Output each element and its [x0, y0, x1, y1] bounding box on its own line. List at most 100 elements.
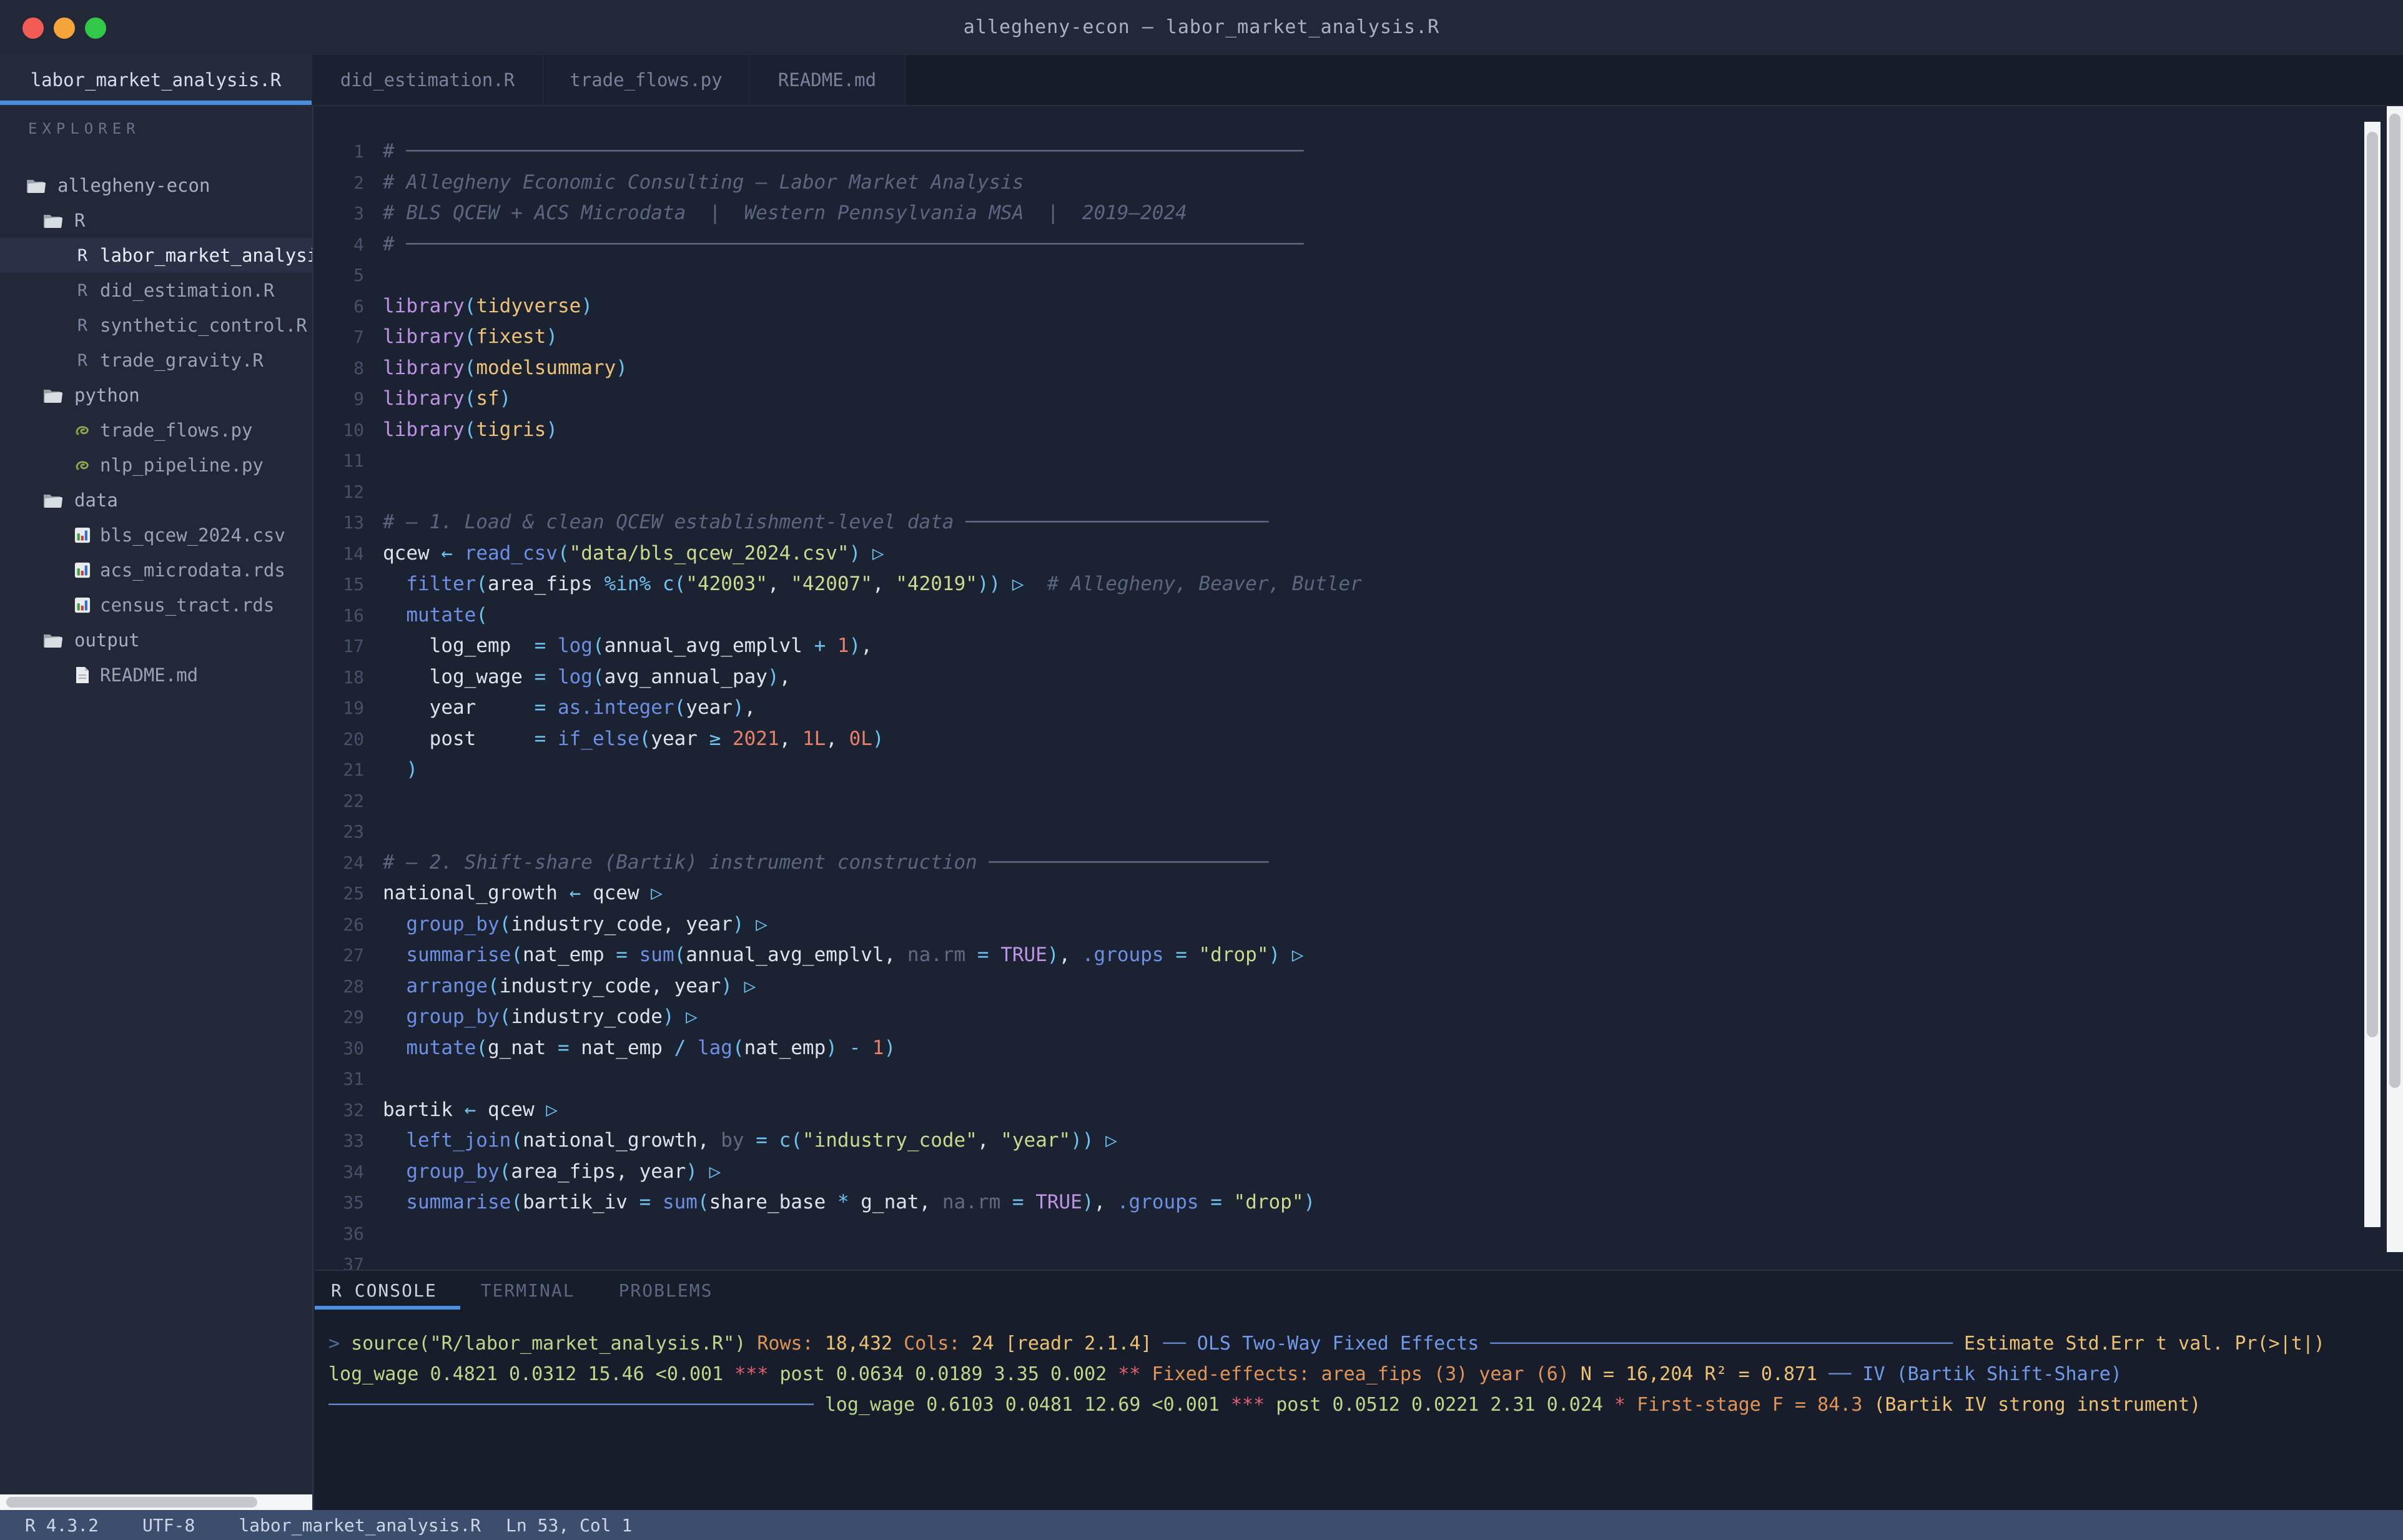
- folder-icon: [42, 211, 63, 230]
- code-text: mutate(g_nat = nat_emp / lag(nat_emp) - …: [383, 1033, 896, 1064]
- line-number: 34: [315, 1157, 383, 1188]
- code-line[interactable]: 22: [315, 786, 2403, 817]
- code-line[interactable]: 32bartik ← qcew ▷: [315, 1095, 2403, 1126]
- code-line[interactable]: 13# — 1. Load & clean QCEW establishment…: [315, 507, 2403, 538]
- console-tab-problems[interactable]: PROBLEMS: [619, 1271, 713, 1310]
- code-line[interactable]: 3# BLS QCEW + ACS Microdata | Western Pe…: [315, 198, 2403, 229]
- code-line[interactable]: 30 mutate(g_nat = nat_emp / lag(nat_emp)…: [315, 1033, 2403, 1064]
- code-line[interactable]: 1# ─────────────────────────────────────…: [315, 136, 2403, 167]
- explorer-sidebar: EXPLORER allegheny-econRRlabor_market_an…: [0, 106, 313, 1510]
- code-line[interactable]: 28 arrange(industry_code, year) ▷: [315, 971, 2403, 1002]
- window-vertical-scrollbar[interactable]: [2387, 106, 2403, 1252]
- console-tab-terminal[interactable]: TERMINAL: [481, 1271, 575, 1310]
- file-tree-label: data: [74, 490, 118, 511]
- code-line[interactable]: 7library(fixest): [315, 322, 2403, 353]
- r-file-icon: R: [77, 316, 87, 335]
- code-editor[interactable]: 1# ─────────────────────────────────────…: [315, 106, 2403, 1270]
- code-line[interactable]: 15 filter(area_fips %in% c("42003", "420…: [315, 569, 2403, 600]
- code-line[interactable]: 26 group_by(industry_code, year) ▷: [315, 909, 2403, 940]
- sidebar-item-acs-microdata-rds[interactable]: acs_microdata.rds: [0, 553, 313, 588]
- code-text: library(modelsummary): [383, 353, 628, 384]
- app-window: allegheny-econ — labor_market_analysis.R…: [0, 0, 2403, 1540]
- code-line[interactable]: 23: [315, 816, 2403, 847]
- editor-vertical-scrollbar[interactable]: [2364, 122, 2381, 1227]
- code-line[interactable]: 37: [315, 1249, 2403, 1270]
- folder-icon: [42, 386, 63, 405]
- sidebar-folder-python[interactable]: python: [0, 378, 313, 413]
- code-line[interactable]: 4# ─────────────────────────────────────…: [315, 229, 2403, 260]
- code-line[interactable]: 20 post = if_else(year ≥ 2021, 1L, 0L): [315, 724, 2403, 755]
- code-line[interactable]: 14qcew ← read_csv("data/bls_qcew_2024.cs…: [315, 538, 2403, 570]
- code-line[interactable]: 29 group_by(industry_code) ▷: [315, 1002, 2403, 1033]
- code-line[interactable]: 34 group_by(area_fips, year) ▷: [315, 1157, 2403, 1188]
- window-title: allegheny-econ — labor_market_analysis.R: [0, 16, 2403, 38]
- code-line[interactable]: 11: [315, 445, 2403, 476]
- code-line[interactable]: 8library(modelsummary): [315, 353, 2403, 384]
- line-number: 5: [315, 260, 383, 291]
- code-line[interactable]: 16 mutate(: [315, 600, 2403, 631]
- code-line[interactable]: 27 summarise(nat_emp = sum(annual_avg_em…: [315, 940, 2403, 971]
- tab-labor-market-analysis-r[interactable]: labor_market_analysis.R: [0, 55, 312, 105]
- sidebar-folder-r[interactable]: R: [0, 203, 313, 238]
- sidebar-item-synthetic-control-r[interactable]: Rsynthetic_control.R: [0, 308, 313, 343]
- r-file-icon: R: [77, 281, 87, 300]
- scrollbar-thumb[interactable]: [6, 1497, 257, 1508]
- status-encoding: UTF-8: [142, 1515, 195, 1536]
- sidebar-folder-data[interactable]: data: [0, 483, 313, 518]
- sidebar-item-readme-md[interactable]: README.md: [0, 658, 313, 693]
- sidebar-item-trade-gravity-r[interactable]: Rtrade_gravity.R: [0, 343, 313, 378]
- tab-trade-flows-py[interactable]: trade_flows.py: [543, 55, 749, 105]
- folder-icon: [42, 491, 63, 510]
- code-line[interactable]: 17 log_emp = log(annual_avg_emplvl + 1),: [315, 631, 2403, 662]
- code-line[interactable]: 2# Allegheny Economic Consulting — Labor…: [315, 167, 2403, 199]
- code-line[interactable]: 21 ): [315, 754, 2403, 786]
- code-line[interactable]: 25national_growth ← qcew ▷: [315, 878, 2403, 909]
- sidebar-folder-output[interactable]: output: [0, 623, 313, 658]
- sidebar-item-census-tract-rds[interactable]: census_tract.rds: [0, 588, 313, 623]
- line-number: 30: [315, 1033, 383, 1064]
- status-bar: R 4.3.2UTF-8labor_market_analysis.RLn 53…: [0, 1510, 2403, 1540]
- line-number: 23: [315, 816, 383, 847]
- zoom-window-button[interactable]: [85, 17, 106, 39]
- scrollbar-thumb[interactable]: [2367, 132, 2378, 1037]
- minimize-window-button[interactable]: [54, 17, 75, 39]
- code-line[interactable]: 9library(sf): [315, 383, 2403, 415]
- code-line[interactable]: 6library(tidyverse): [315, 291, 2403, 322]
- sidebar-horizontal-scrollbar[interactable]: [0, 1494, 313, 1510]
- code-line[interactable]: 24# — 2. Shift-share (Bartik) instrument…: [315, 847, 2403, 879]
- code-line[interactable]: 18 log_wage = log(avg_annual_pay),: [315, 662, 2403, 693]
- line-number: 15: [315, 569, 383, 600]
- file-tree-label: bls_qcew_2024.csv: [100, 525, 285, 546]
- code-text: left_join(national_growth, by = c("indus…: [383, 1125, 1117, 1157]
- scrollbar-thumb[interactable]: [2389, 114, 2401, 1088]
- tab-readme-md[interactable]: README.md: [749, 55, 905, 105]
- console-tab-r-console[interactable]: R CONSOLE: [331, 1271, 437, 1310]
- console-panel: R CONSOLE TERMINAL PROBLEMS > source("R/la…: [315, 1270, 2403, 1510]
- code-line[interactable]: 10library(tigris): [315, 415, 2403, 446]
- sidebar-item-bls-qcew-2024-csv[interactable]: bls_qcew_2024.csv: [0, 518, 313, 553]
- console-output[interactable]: > source("R/labor_market_analysis.R") Ro…: [328, 1328, 2397, 1420]
- sidebar-item-did-estimation-r[interactable]: Rdid_estimation.R: [0, 273, 313, 308]
- sidebar-item-labor-market-analysis-r[interactable]: Rlabor_market_analysis.R: [0, 238, 313, 273]
- line-number: 21: [315, 754, 383, 786]
- code-line[interactable]: 5: [315, 260, 2403, 291]
- file-tree-label: nlp_pipeline.py: [100, 455, 264, 476]
- close-window-button[interactable]: [22, 17, 44, 39]
- line-number: 13: [315, 507, 383, 538]
- line-number: 18: [315, 662, 383, 693]
- code-line[interactable]: 31: [315, 1064, 2403, 1095]
- explorer-header: EXPLORER: [28, 120, 141, 137]
- code-line[interactable]: 19 year = as.integer(year),: [315, 693, 2403, 724]
- python-file-icon: [74, 456, 91, 475]
- code-line[interactable]: 36: [315, 1218, 2403, 1250]
- sidebar-item-nlp-pipeline-py[interactable]: nlp_pipeline.py: [0, 448, 313, 483]
- sidebar-item-trade-flows-py[interactable]: trade_flows.py: [0, 413, 313, 448]
- line-number: 6: [315, 291, 383, 322]
- line-number: 1: [315, 136, 383, 167]
- code-line[interactable]: 12: [315, 476, 2403, 508]
- tab-did-estimation-r[interactable]: did_estimation.R: [312, 55, 543, 105]
- code-line[interactable]: 35 summarise(bartik_iv = sum(share_base …: [315, 1187, 2403, 1218]
- sidebar-folder-allegheny-econ[interactable]: allegheny-econ: [0, 168, 313, 203]
- titlebar: allegheny-econ — labor_market_analysis.R: [0, 0, 2403, 55]
- code-line[interactable]: 33 left_join(national_growth, by = c("in…: [315, 1125, 2403, 1157]
